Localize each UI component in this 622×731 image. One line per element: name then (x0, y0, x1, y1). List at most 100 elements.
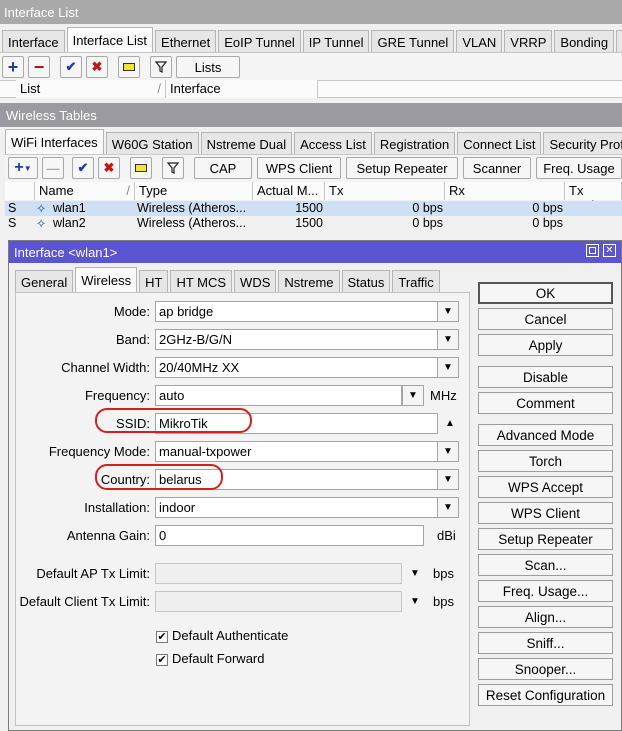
table-row[interactable]: S ⟡ wlan1 Wireless (Atheros... 1500 0 bp… (5, 201, 622, 216)
column-flags[interactable] (5, 182, 35, 200)
ok-button[interactable]: OK (478, 282, 613, 304)
tab-bonding[interactable]: Bonding (554, 30, 615, 52)
column-rx[interactable]: Rx (445, 182, 565, 200)
frequency-unit: MHz (430, 388, 457, 403)
maximize-icon[interactable] (586, 244, 599, 257)
filter-icon[interactable] (162, 157, 184, 179)
column-type[interactable]: Type (135, 182, 253, 200)
tab-access-list[interactable]: Access List (294, 132, 372, 154)
default-forward-checkbox[interactable]: ✔ (156, 654, 168, 666)
sniff-button[interactable]: Sniff... (478, 632, 613, 654)
advanced-mode-button[interactable]: Advanced Mode (478, 424, 613, 446)
tab-traffic[interactable]: Traffic (392, 270, 440, 292)
cancel-button[interactable]: Cancel (478, 308, 613, 330)
wps-client-button[interactable]: WPS Client (257, 157, 341, 179)
snooper-button[interactable]: Snooper... (478, 658, 613, 680)
installation-dropdown-icon[interactable]: ▼ (437, 497, 459, 518)
default-client-tx-limit-field[interactable] (155, 591, 402, 612)
column-name[interactable]: Name / (35, 182, 135, 200)
add-dropdown-icon[interactable]: + ▼ (8, 157, 38, 179)
disable-x-icon[interactable]: ✖ (86, 56, 108, 78)
comment-icon[interactable] (130, 157, 152, 179)
tab-ethernet[interactable]: Ethernet (155, 30, 217, 52)
setup-repeater-button[interactable]: Setup Repeater (346, 157, 458, 179)
ssid-collapse-icon[interactable]: ▲ (445, 418, 455, 429)
tab-ht[interactable]: HT (139, 270, 169, 292)
filter-icon[interactable] (150, 56, 172, 78)
band-dropdown-icon[interactable]: ▼ (437, 329, 459, 350)
tab-eoip-tunnel[interactable]: EoIP Tunnel (218, 30, 301, 52)
tab-connect-list[interactable]: Connect List (457, 132, 542, 154)
tab-ht-mcs[interactable]: HT MCS (170, 270, 233, 292)
tab-registration[interactable]: Registration (373, 132, 456, 154)
tab-status[interactable]: Status (341, 270, 391, 292)
country-dropdown-icon[interactable]: ▼ (437, 469, 459, 490)
lists-button[interactable]: Lists (176, 56, 240, 78)
installation-select[interactable]: indoor (155, 497, 438, 518)
tab-gre-tunnel[interactable]: GRE Tunnel (371, 30, 455, 52)
default-authenticate-checkbox[interactable]: ✔ (156, 631, 168, 643)
antenna-gain-field[interactable]: 0 (155, 525, 424, 546)
channel-width-select[interactable]: 20/40MHz XX (155, 357, 438, 378)
remove-icon[interactable]: − (28, 56, 50, 78)
wps-client-button[interactable]: WPS Client (478, 502, 613, 524)
default-forward-label: Default Forward (172, 651, 265, 666)
frequency-mode-select[interactable]: manual-txpower (155, 441, 438, 462)
antenna-gain-unit: dBi (437, 528, 456, 543)
column-actual-mtu[interactable]: Actual M... (253, 182, 325, 200)
column-tx[interactable]: Tx (325, 182, 445, 200)
tab-vrrp[interactable]: VRRP (504, 30, 553, 52)
default-client-tx-limit-dropdown-icon[interactable]: ▼ (410, 596, 420, 607)
close-icon[interactable]: ✕ (603, 244, 616, 257)
freq-usage-button[interactable]: Freq. Usage... (478, 580, 613, 602)
tab-general[interactable]: General (15, 270, 74, 292)
scan-button[interactable]: Scan... (478, 554, 613, 576)
tab-wds[interactable]: WDS (234, 270, 277, 292)
disable-button[interactable]: Disable (478, 366, 613, 388)
tab-wifi-interfaces[interactable]: WiFi Interfaces (5, 129, 104, 154)
tab-interface-list[interactable]: Interface List (66, 27, 154, 52)
freq-usage-button[interactable]: Freq. Usage (536, 157, 622, 179)
remove-icon[interactable]: — (42, 157, 64, 179)
mode-dropdown-icon[interactable]: ▼ (437, 301, 459, 322)
default-ap-tx-limit-dropdown-icon[interactable]: ▼ (410, 568, 420, 579)
tab-w60g-station[interactable]: W60G Station (105, 132, 199, 154)
enable-check-icon[interactable]: ✔ (72, 157, 94, 179)
comment-button[interactable]: Comment (478, 392, 613, 414)
column-list[interactable]: List / (16, 80, 166, 98)
row-mtu: 1500 (295, 216, 323, 230)
country-highlight (95, 464, 223, 490)
cap-button[interactable]: CAP (194, 157, 252, 179)
table-row[interactable]: S ⟡ wlan2 Wireless (Atheros... 1500 0 bp… (5, 216, 622, 231)
tab-nstreme[interactable]: Nstreme (278, 270, 340, 292)
add-icon[interactable]: + (2, 56, 24, 78)
tab-security-profiles[interactable]: Security Prof (543, 132, 622, 154)
frequency-mode-dropdown-icon[interactable]: ▼ (437, 441, 459, 462)
band-select[interactable]: 2GHz-B/G/N (155, 329, 438, 350)
column-tx-packets[interactable]: Tx Packe (565, 182, 622, 213)
column-interface[interactable]: Interface (166, 80, 318, 98)
tab-interface[interactable]: Interface (2, 30, 65, 52)
frequency-select[interactable]: auto (155, 385, 402, 406)
apply-button[interactable]: Apply (478, 334, 613, 356)
disable-x-icon[interactable]: ✖ (98, 157, 120, 179)
tab-more[interactable]: L (616, 30, 622, 52)
setup-repeater-button[interactable]: Setup Repeater (478, 528, 613, 550)
reset-configuration-button[interactable]: Reset Configuration (478, 684, 613, 706)
tab-vlan[interactable]: VLAN (456, 30, 503, 52)
interface-dialog: Interface <wlan1> ✕ General Wireless HT … (8, 240, 622, 731)
torch-button[interactable]: Torch (478, 450, 613, 472)
scanner-button[interactable]: Scanner (463, 157, 531, 179)
align-button[interactable]: Align... (478, 606, 613, 628)
tab-ip-tunnel[interactable]: IP Tunnel (302, 30, 370, 52)
channel-width-dropdown-icon[interactable]: ▼ (437, 357, 459, 378)
frequency-dropdown-icon[interactable]: ▼ (402, 385, 424, 406)
tab-wireless[interactable]: Wireless (75, 267, 138, 292)
enable-check-icon[interactable]: ✔ (60, 56, 82, 78)
wps-accept-button[interactable]: WPS Accept (478, 476, 613, 498)
default-client-tx-limit-unit: bps (433, 594, 454, 609)
comment-icon[interactable] (118, 56, 140, 78)
tab-nstreme-dual[interactable]: Nstreme Dual (200, 132, 293, 154)
default-ap-tx-limit-field[interactable] (155, 563, 402, 584)
mode-select[interactable]: ap bridge (155, 301, 438, 322)
